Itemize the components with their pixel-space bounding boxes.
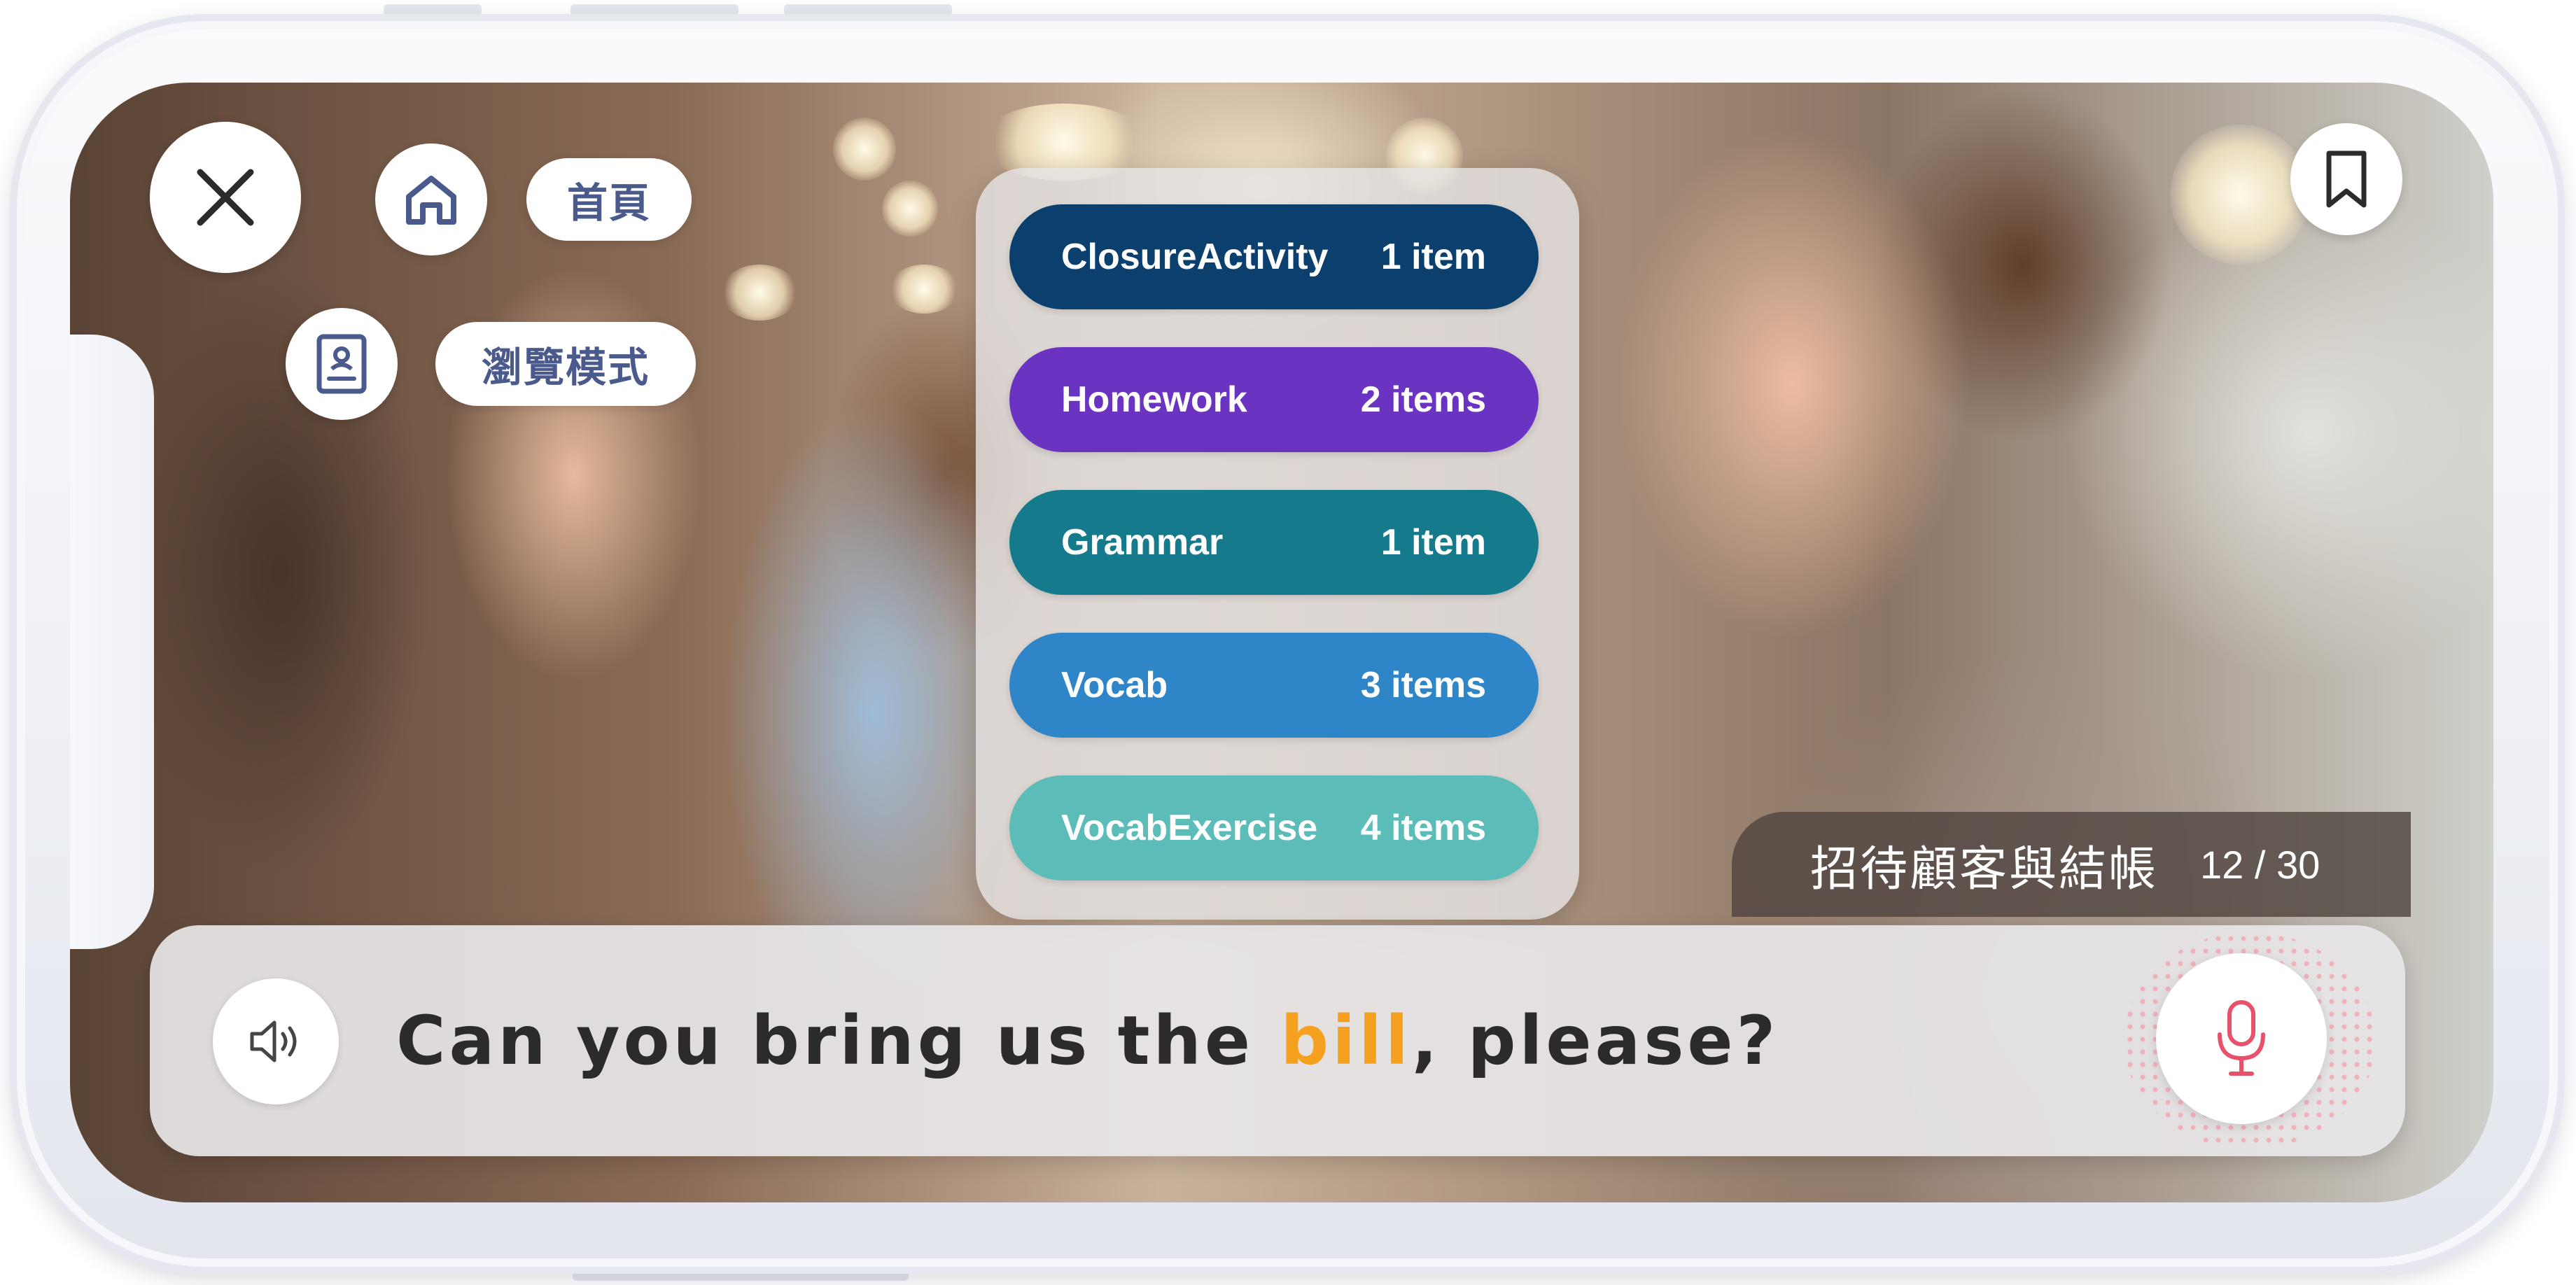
menu-item-homework[interactable]: Homework 2 items [1009,347,1539,452]
menu-item-label: Grammar [1061,522,1224,563]
menu-item-count: 4 items [1360,808,1486,848]
menu-item-count: 3 items [1360,665,1486,705]
browse-mode-label-button[interactable]: 瀏覽模式 [435,322,696,406]
speaker-button[interactable] [213,978,339,1104]
menu-item-label: Homework [1061,379,1247,420]
profile-card-icon [316,334,367,394]
home-label-button[interactable]: 首頁 [526,158,692,241]
lesson-title: 招待顧客與結帳 [1810,841,2159,897]
menu-item-count: 2 items [1360,379,1486,420]
menu-item-label: VocabExercise [1061,808,1318,848]
menu-item-grammar[interactable]: Grammar 1 item [1009,490,1539,595]
home-button[interactable] [375,143,487,255]
menu-item-vocab[interactable]: Vocab 3 items [1009,633,1539,738]
bookmark-button[interactable] [2290,123,2402,235]
bokeh-light [889,265,959,314]
menu-item-label: ClosureActivity [1061,237,1329,277]
category-menu-panel: ClosureActivity 1 item Homework 2 items … [976,168,1579,920]
menu-item-count: 1 item [1380,237,1486,277]
practice-sentence: Can you bring us the bill, please? [396,925,1779,1156]
home-label: 首頁 [566,179,651,227]
lesson-progress: 12 / 30 [2200,842,2320,887]
sentence-text-after: , please? [1411,1002,1779,1080]
sentence-text-before: Can you bring us the [396,1002,1281,1080]
lesson-tag: 招待顧客與結帳 12 / 30 [1732,812,2411,917]
speaker-icon [250,1020,297,1062]
bokeh-light [882,181,938,237]
menu-item-label: Vocab [1061,665,1168,705]
home-icon [406,176,456,225]
sentence-highlight-word: bill [1280,1002,1412,1080]
microphone-icon [2218,1000,2265,1076]
bokeh-light [833,118,896,181]
screen-notch [70,335,154,949]
bokeh-light [721,265,798,321]
close-button[interactable] [150,122,301,273]
browse-mode-label: 瀏覽模式 [481,344,650,391]
menu-item-closure-activity[interactable]: ClosureActivity 1 item [1009,204,1539,309]
microphone-button[interactable] [2156,953,2327,1124]
browse-mode-button[interactable] [286,308,398,420]
bokeh-light [2170,125,2310,265]
close-icon [197,169,254,226]
menu-item-count: 1 item [1380,522,1486,563]
bookmark-icon [2326,150,2367,208]
menu-item-vocab-exercise[interactable]: VocabExercise 4 items [1009,775,1539,880]
sentence-bar: Can you bring us the bill, please? [150,925,2405,1156]
